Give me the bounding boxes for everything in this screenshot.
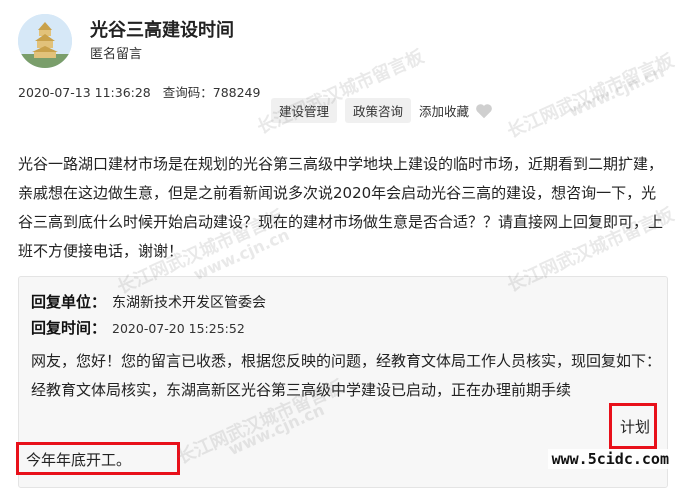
query-code: 查询码：788249 <box>162 85 261 100</box>
tag-construction-management[interactable]: 建设管理 <box>271 98 338 123</box>
heart-icon <box>476 103 492 118</box>
avatar <box>18 14 72 68</box>
reply-time-row: 回复时间： 2020-07-20 15:25:52 <box>31 317 245 338</box>
post-body: 光谷一路湖口建材市场是在规划的光谷第三高级中学地块上建设的临时市场，近期看到二期… <box>18 155 664 260</box>
reply-time-label: 回复时间： <box>31 319 107 337</box>
reply-text: 网友，您好！您的留言已收悉，根据您反映的问题，经教育文体局工作人员核实，现回复如… <box>31 347 661 405</box>
tag-policy-consultation[interactable]: 政策咨询 <box>345 98 412 123</box>
tag-bar: 建设管理 政策咨询 添加收藏 <box>271 98 493 123</box>
highlight-start-text: 今年年底开工。 <box>26 451 132 469</box>
reply-unit: 东湖新技术开发区管委会 <box>112 295 267 311</box>
post-author: 匿名留言 <box>90 47 143 62</box>
watermark-text: 长江网武汉城市留言板 <box>254 46 428 139</box>
reply-time: 2020-07-20 15:25:52 <box>112 321 245 336</box>
watermark-text: 长江网武汉城市留言板 <box>504 50 678 143</box>
watermark-url: www.cjn.cn <box>565 61 668 122</box>
favorite-label: 添加收藏 <box>419 104 470 119</box>
favorite-button[interactable]: 添加收藏 <box>419 101 493 120</box>
post-date: 2020-07-13 11:36:28 <box>18 85 151 100</box>
highlight-plan-text: 计划 <box>620 418 651 436</box>
pagoda-tower-avatar-icon <box>18 14 72 68</box>
site-stamp: www.5cidc.com <box>547 449 673 469</box>
post-title: 光谷三高建设时间 <box>90 20 234 41</box>
reply-content: 经教育文体局核实，东湖高新区光谷第三高级中学建设已启动，正在办理前期手续 <box>31 381 572 399</box>
reply-unit-row: 回复单位： 东湖新技术开发区管委会 <box>31 291 266 312</box>
post-meta: 2020-07-13 11:36:28 查询码：788249 <box>18 82 260 101</box>
reply-unit-label: 回复单位： <box>31 293 107 311</box>
reply-greeting: 网友，您好！您的留言已收悉，根据您反映的问题，经教育文体局工作人员核实，现回复如… <box>31 352 662 370</box>
